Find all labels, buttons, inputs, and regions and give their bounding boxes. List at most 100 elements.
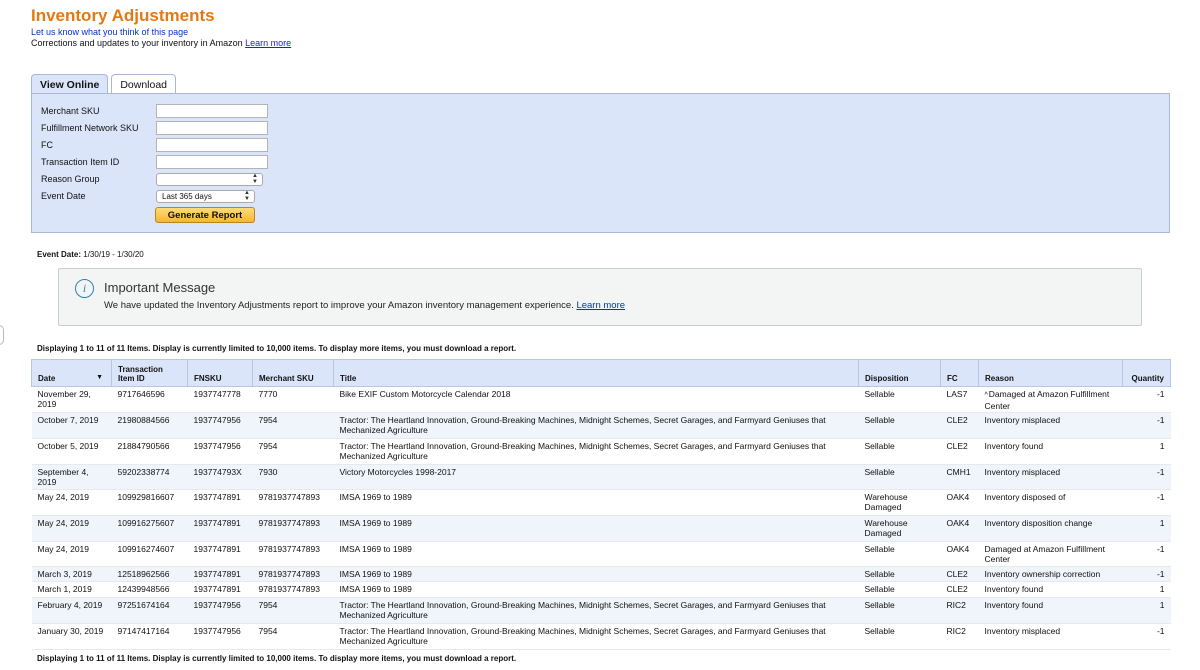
cell-reason: Inventory misplaced xyxy=(978,623,1123,650)
cell-title: IMSA 1969 to 1989 xyxy=(333,541,859,567)
cell-merchant-sku-text: 9781937747893 xyxy=(258,518,320,528)
cell-merchant-sku-text: 9781937747893 xyxy=(258,544,320,554)
column-header-fc[interactable]: FC xyxy=(940,359,979,387)
cell-date-text: May 24, 2019 xyxy=(37,518,90,528)
cell-fnsku-text: 1937747956 xyxy=(193,626,241,636)
cell-quantity-text: -1 xyxy=(1156,467,1165,477)
cell-fc: OAK4 xyxy=(940,515,979,542)
table-row: May 24, 2019 109916274607 1937747891 978193… xyxy=(31,541,1171,567)
table-row: September 4, 2019 59202338774 193774793X 79… xyxy=(31,464,1171,490)
cell-quantity-text: -1 xyxy=(1156,389,1165,399)
table-row: November 29, 2019 9717646596 1937747778 777… xyxy=(31,386,1171,413)
event-date-select[interactable]: Last 365 days ▲ ▼ xyxy=(156,189,255,203)
column-header-title[interactable]: Title xyxy=(333,359,859,387)
tab-view-online[interactable]: View Online xyxy=(31,74,109,95)
cell-date-text: October 5, 2019 xyxy=(37,441,99,451)
cell-reason: Inventory disposition change xyxy=(978,515,1123,542)
cell-date: May 24, 2019 xyxy=(31,489,112,516)
cell-disposition: Sellable xyxy=(858,386,941,413)
cell-fnsku-text: 1937747956 xyxy=(193,600,241,610)
cell-fnsku: 1937747891 xyxy=(187,566,253,582)
cell-fc-text: OAK4 xyxy=(946,518,970,528)
cell-fc: LAS7 xyxy=(940,386,979,413)
tab-download[interactable]: Download xyxy=(111,74,177,94)
cell-disposition-text: Sellable xyxy=(864,441,895,451)
merchant-sku-label: Merchant SKU xyxy=(41,106,100,116)
message-learn-more-link[interactable]: Learn more xyxy=(576,300,625,311)
cell-quantity-text: -1 xyxy=(1156,626,1165,636)
select-arrows-icon: ▲ ▼ xyxy=(252,173,258,185)
cell-quantity-text: 1 xyxy=(1159,584,1165,594)
cell-reason: Damaged at Amazon Fulfillment Center xyxy=(978,541,1123,567)
cell-fnsku: 1937747956 xyxy=(187,597,253,624)
cell-reason-text: Inventory misplaced xyxy=(984,626,1061,636)
cell-date: May 24, 2019 xyxy=(31,515,112,542)
cell-title-text: Tractor: The Heartland Innovation, Groun… xyxy=(339,626,826,646)
cell-fnsku-text: 1937747956 xyxy=(193,441,241,451)
caret-up-icon: ^ xyxy=(984,392,988,399)
table-row: March 3, 2019 12518962566 1937747891 978193… xyxy=(31,566,1171,582)
column-header-reason[interactable]: Reason xyxy=(978,359,1123,387)
cell-fc-text: CMH1 xyxy=(946,467,971,477)
page-subtitle: Corrections and updates to your inventor… xyxy=(31,38,291,48)
subtitle-learn-more-link[interactable]: Learn more xyxy=(245,38,291,48)
cell-fnsku-text: 1937747778 xyxy=(193,389,241,399)
cell-quantity: -1 xyxy=(1122,386,1171,413)
cell-fc: CLE2 xyxy=(940,412,979,439)
cell-quantity-text: -1 xyxy=(1156,569,1165,579)
cell-merchant-sku: 7954 xyxy=(252,438,334,465)
cell-transaction-item-id: 12518962566 xyxy=(111,566,188,582)
generate-report-button[interactable]: Generate Report xyxy=(155,207,255,223)
cell-title-text: Victory Motorcycles 1998-2017 xyxy=(339,467,457,477)
sort-desc-icon: ▼ xyxy=(96,374,103,381)
merchant-sku-input[interactable] xyxy=(156,104,268,118)
cell-title: Tractor: The Heartland Innovation, Groun… xyxy=(333,597,859,624)
cell-disposition: Sellable xyxy=(858,438,941,465)
column-header-merchant-sku[interactable]: Merchant SKU xyxy=(252,359,334,387)
cell-reason: Inventory ownership correction xyxy=(978,566,1123,582)
column-header-transaction-item-id[interactable]: Transaction Item ID xyxy=(111,359,188,387)
cell-reason-text: Inventory misplaced xyxy=(984,467,1061,477)
filter-row-fnsku: Fulfillment Network SKU xyxy=(41,121,268,135)
cell-transaction-item-id: 97251674164 xyxy=(111,597,188,624)
cell-transaction-item-id-text: 59202338774 xyxy=(117,467,170,477)
cell-title: IMSA 1969 to 1989 xyxy=(333,515,859,542)
cell-title: Tractor: The Heartland Innovation, Groun… xyxy=(333,623,859,650)
cell-disposition: Sellable xyxy=(858,566,941,582)
cell-fc-text: CLE2 xyxy=(946,584,968,594)
message-body-text: We have updated the Inventory Adjustment… xyxy=(104,300,574,311)
cell-fnsku: 1937747891 xyxy=(187,581,253,598)
table-row: October 7, 2019 21980884566 1937747956 7954… xyxy=(31,412,1171,439)
cell-transaction-item-id-text: 9717646596 xyxy=(117,389,165,399)
cell-title-text: Tractor: The Heartland Innovation, Groun… xyxy=(339,600,826,620)
info-icon: i xyxy=(75,279,94,298)
cell-title: Victory Motorcycles 1998-2017 xyxy=(333,464,859,490)
cell-date: January 30, 2019 xyxy=(31,623,112,650)
cell-disposition-text: Warehouse Damaged xyxy=(864,492,908,512)
cell-quantity-text: 1 xyxy=(1159,518,1165,528)
cell-disposition: Sellable xyxy=(858,597,941,624)
column-header-quantity[interactable]: Quantity xyxy=(1122,359,1171,387)
reason-group-select[interactable]: ▲ ▼ xyxy=(156,172,263,186)
column-header-disposition[interactable]: Disposition xyxy=(858,359,941,387)
window-scroll-handle[interactable] xyxy=(0,325,4,345)
cell-transaction-item-id-text: 12439948566 xyxy=(117,584,170,594)
column-header-fnsku[interactable]: FNSKU xyxy=(187,359,253,387)
table-row: March 1, 2019 12439948566 1937747891 978193… xyxy=(31,581,1171,598)
subtitle-text: Corrections and updates to your inventor… xyxy=(31,38,243,48)
cell-fnsku: 1937747956 xyxy=(187,412,253,439)
cell-fc-text: OAK4 xyxy=(946,544,970,554)
event-date-label: Event Date xyxy=(41,191,86,201)
cell-transaction-item-id: 59202338774 xyxy=(111,464,188,490)
transaction-item-id-input[interactable] xyxy=(156,155,268,169)
feedback-link[interactable]: Let us know what you think of this page xyxy=(31,27,188,37)
cell-transaction-item-id-text: 97251674164 xyxy=(117,600,170,610)
column-header-date[interactable]: Date ▼ xyxy=(31,359,112,387)
fc-input[interactable] xyxy=(156,138,268,152)
fnsku-input[interactable] xyxy=(156,121,268,135)
cell-date: March 3, 2019 xyxy=(31,566,112,582)
cell-merchant-sku-text: 7954 xyxy=(258,415,278,425)
cell-title-text: Tractor: The Heartland Innovation, Groun… xyxy=(339,441,826,461)
cell-fc: CLE2 xyxy=(940,581,979,598)
cell-fc-text: CLE2 xyxy=(946,415,968,425)
